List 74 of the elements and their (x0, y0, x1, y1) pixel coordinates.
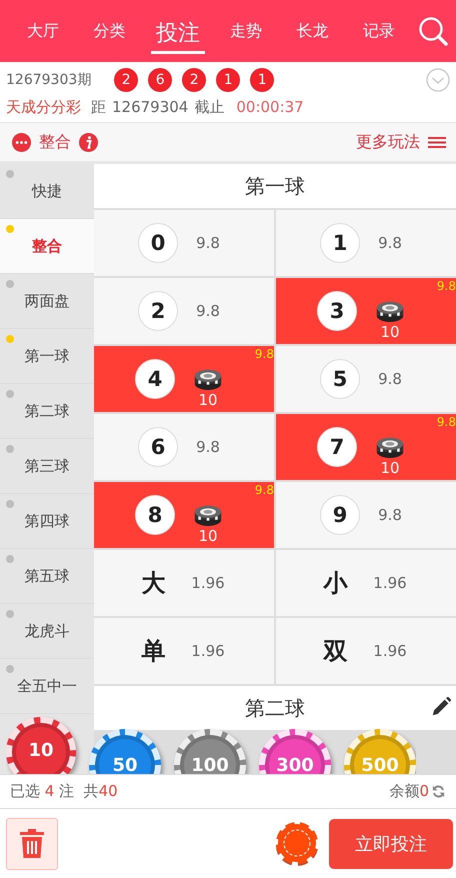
bet-cell[interactable]: 3 9.8 10 (276, 278, 456, 344)
lottery-name: 天成分分彩 (6, 98, 81, 116)
menu-icon[interactable] (428, 135, 446, 149)
bet-cell[interactable]: 7 9.8 10 (276, 414, 456, 480)
stake-amount: 10 (380, 458, 400, 476)
bet-cell[interactable]: 9 9.8 (276, 482, 456, 548)
bet-cell[interactable]: 小 1.96 (276, 550, 456, 616)
number-ball: 6 (138, 427, 178, 467)
number-ball: 3 (317, 291, 357, 331)
next-label: 距 (91, 98, 106, 116)
bet-option-label: 双 (322, 636, 348, 667)
stake-amount: 10 (198, 526, 218, 544)
bet-option-label: 大 (140, 568, 166, 599)
odds: 9.8 (378, 506, 402, 524)
result-ball: 2 (114, 68, 138, 92)
odds: 1.96 (373, 574, 407, 592)
number-ball: 0 (138, 223, 178, 263)
more-play-link[interactable]: 更多玩法 (356, 132, 420, 152)
pencil-icon[interactable] (430, 696, 452, 718)
result-ball: 1 (216, 68, 240, 92)
refresh-icon[interactable] (431, 784, 446, 799)
more-dots-icon[interactable] (12, 132, 31, 152)
selection-summary: 已选 4 注 共40 (10, 782, 118, 801)
section-header: 第二球 (94, 686, 456, 730)
result-ball: 2 (182, 68, 206, 92)
chip-icon (275, 820, 319, 866)
countdown: 00:00:37 (236, 98, 304, 116)
bet-cell[interactable]: 2 9.8 (94, 278, 274, 344)
bet-cell[interactable]: 双 1.96 (276, 618, 456, 684)
bet-cell[interactable]: 1 9.8 (276, 210, 456, 276)
section-header: 第一球 (94, 164, 456, 208)
bet-option-label: 小 (322, 568, 349, 599)
bet-cell[interactable]: 8 9.8 10 (94, 482, 274, 548)
deadline-label: 截止 (194, 98, 224, 116)
result-ball: 6 (148, 68, 172, 92)
odds: 9.8 (196, 438, 220, 456)
bet-option-label: 单 (140, 636, 166, 667)
trash-icon (19, 828, 45, 858)
odds: 9.8 (378, 370, 402, 388)
odds: 1.96 (373, 642, 407, 660)
odds: 9.8 (254, 483, 274, 497)
sidebar-item[interactable]: 整合 (0, 219, 94, 274)
period-number: 12679303期 (6, 70, 92, 88)
odds: 9.8 (196, 302, 220, 320)
play-mode-label: 整合 (39, 132, 71, 152)
number-ball: 9 (320, 495, 360, 535)
next-period: 12679304 (112, 98, 188, 116)
odds: 1.96 (191, 574, 225, 592)
odds: 9.8 (436, 415, 456, 429)
result-ball: 1 (250, 68, 274, 92)
bet-cell[interactable]: 大 1.96 (94, 550, 274, 616)
number-ball: 4 (135, 359, 175, 399)
balance-text: 余额0 (389, 782, 429, 801)
number-ball: 2 (138, 291, 178, 331)
odds: 1.96 (191, 642, 225, 660)
odds: 9.8 (436, 279, 456, 293)
info-icon[interactable] (79, 132, 98, 152)
number-ball: 8 (135, 495, 175, 535)
submit-bet-button[interactable]: 立即投注 (329, 818, 453, 868)
search-icon[interactable] (418, 16, 448, 46)
bet-cell[interactable]: 4 9.8 10 (94, 346, 274, 412)
bet-cell[interactable]: 6 9.8 (94, 414, 274, 480)
bet-cell[interactable]: 0 9.8 (94, 210, 274, 276)
bet-cell[interactable]: 5 9.8 (276, 346, 456, 412)
number-ball: 1 (320, 223, 360, 263)
odds: 9.8 (378, 234, 402, 252)
stake-amount: 10 (380, 322, 400, 340)
number-ball: 7 (317, 427, 357, 467)
number-ball: 5 (320, 359, 360, 399)
odds: 9.8 (196, 234, 220, 252)
bet-cell[interactable]: 单 1.96 (94, 618, 274, 684)
odds: 9.8 (254, 347, 274, 361)
clear-button[interactable] (6, 818, 58, 870)
stake-amount: 10 (198, 390, 218, 408)
